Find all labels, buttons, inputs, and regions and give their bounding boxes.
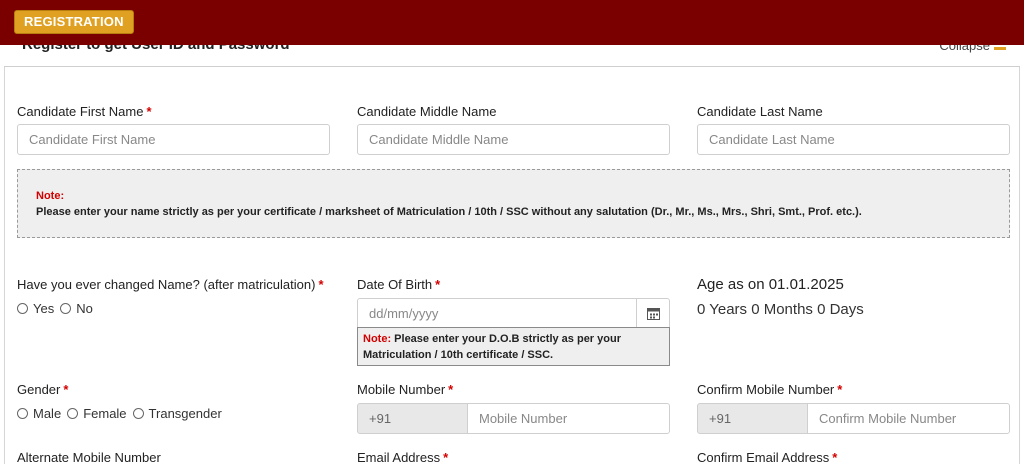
minus-icon[interactable] [994,47,1006,50]
gender-label: Gender * [17,382,69,397]
last-name-label: Candidate Last Name [697,104,823,119]
radio-icon[interactable] [132,408,144,419]
gender-transgender[interactable]: Transgender [132,406,222,421]
confirm-mobile-prefix: +91 [697,403,808,434]
panel-header: Register to get User ID and Password Col… [4,45,1020,67]
confirm-email-label: Confirm Email Address * [697,450,838,464]
registration-badge[interactable]: REGISTRATION [14,10,134,34]
alt-mobile-label: Alternate Mobile Number [17,450,161,464]
age-value: 0 Years 0 Months 0 Days [697,301,864,318]
dob-label: Date Of Birth * [357,277,441,292]
first-name-label: Candidate First Name * [17,104,152,119]
mobile-label: Mobile Number * [357,382,454,397]
panel-title: Register to get User ID and Password [22,45,290,53]
confirm-mobile-input[interactable]: Confirm Mobile Number [807,403,1010,434]
name-note-label: Note: [36,190,65,202]
collapse-link[interactable]: Collapse [939,45,990,53]
gender-male[interactable]: Male [17,406,61,421]
name-changed-radio-group: Yes No [17,301,99,316]
dob-input[interactable]: dd/mm/yyyy [357,298,670,329]
middle-name-label: Candidate Middle Name [357,104,497,119]
mobile-input[interactable]: Mobile Number [467,403,670,434]
mobile-prefix: +91 [357,403,468,434]
last-name-input[interactable]: Candidate Last Name [697,124,1010,155]
confirm-mobile-label: Confirm Mobile Number * [697,382,843,397]
panel-border-left [4,67,5,464]
radio-icon[interactable] [60,303,72,314]
radio-icon[interactable] [17,303,28,314]
panel-border-right [1019,67,1020,464]
gender-radio-group: Male Female Transgender [17,406,228,421]
name-changed-label: Have you ever changed Name? (after matri… [17,277,324,292]
email-label: Email Address * [357,450,449,464]
name-note-text: Please enter your name strictly as per y… [36,206,862,218]
age-title: Age as on 01.01.2025 [697,276,844,293]
radio-icon[interactable] [67,408,79,419]
dob-note: Note: Please enter your D.O.B strictly a… [357,327,670,366]
calendar-icon[interactable] [636,298,670,329]
gender-female[interactable]: Female [67,406,127,421]
name-changed-no[interactable]: No [60,301,93,316]
radio-icon[interactable] [17,408,28,419]
name-changed-yes[interactable]: Yes [17,301,54,316]
name-note-box: Note: Please enter your name strictly as… [17,169,1010,238]
first-name-input[interactable]: Candidate First Name [17,124,330,155]
middle-name-input[interactable]: Candidate Middle Name [357,124,670,155]
header-bar: REGISTRATION [0,0,1024,45]
